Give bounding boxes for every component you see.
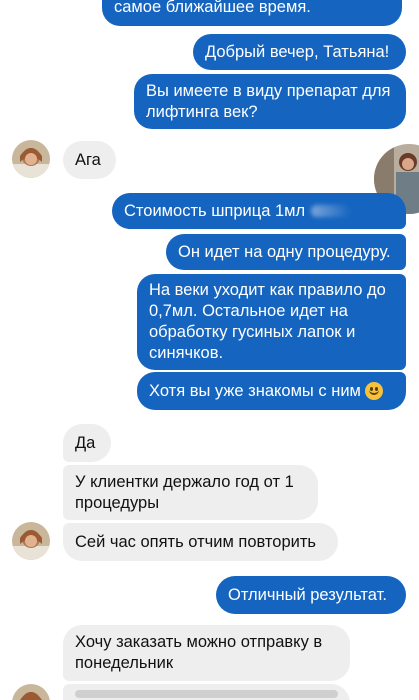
- message-outgoing[interactable]: Отличный результат.: [216, 576, 406, 614]
- contact-avatar-icon: [12, 140, 50, 178]
- message-incoming[interactable]: Хочу заказать можно отправку в понедельн…: [63, 625, 350, 681]
- blurred-text: [311, 205, 352, 217]
- message-text: Он идет на одну процедуру.: [178, 242, 391, 261]
- message-incoming[interactable]: У клиентки держало год от 1 процедуры: [63, 465, 318, 520]
- message-text: Стоимость шприца 1мл: [124, 201, 306, 220]
- message-text: Сей час опять отчим повторить: [75, 532, 317, 551]
- message-outgoing[interactable]: самое ближайшее время.: [102, 0, 402, 26]
- message-incoming[interactable]: Да: [63, 424, 111, 462]
- message-text: На веки уходит как правило до 0,7мл. Ост…: [149, 281, 386, 362]
- message-text: Да: [75, 433, 96, 452]
- message-outgoing[interactable]: Он идет на одну процедуру.: [166, 234, 406, 270]
- contact-avatar-icon: [12, 522, 50, 560]
- smiling-face-emoji-icon: [364, 382, 383, 400]
- contact-avatar-icon: [12, 684, 50, 700]
- message-outgoing[interactable]: Хотя вы уже знакомы с ним: [137, 372, 406, 410]
- message-text: Добрый вечер, Татьяна!: [205, 42, 390, 61]
- message-outgoing[interactable]: На веки уходит как правило до 0,7мл. Ост…: [137, 274, 406, 370]
- message-outgoing[interactable]: Стоимость шприца 1мл: [112, 193, 406, 229]
- message-outgoing[interactable]: Вы имеете в виду препарат для лифтинга в…: [134, 74, 406, 129]
- message-outgoing[interactable]: Добрый вечер, Татьяна!: [193, 34, 406, 70]
- message-text: Ага: [75, 150, 101, 169]
- message-incoming[interactable]: Сей час опять отчим повторить: [63, 523, 338, 561]
- message-text: самое ближайшее время.: [114, 0, 311, 16]
- message-text: Вы имеете в виду препарат для лифтинга в…: [146, 81, 391, 121]
- message-text: Отличный результат.: [228, 585, 387, 604]
- message-text: У клиентки держало год от 1 процедуры: [75, 472, 294, 512]
- message-text: Хотя вы уже знакомы с ним: [149, 381, 361, 400]
- message-incoming[interactable]: Ага: [63, 141, 116, 179]
- cropped-message-text: [75, 690, 338, 698]
- chat-thread[interactable]: самое ближайшее время. Добрый вечер, Тат…: [0, 0, 419, 700]
- message-text: Хочу заказать можно отправку в понедельн…: [75, 633, 323, 672]
- contact-avatar[interactable]: [12, 684, 50, 700]
- message-incoming[interactable]: [63, 684, 350, 700]
- contact-avatar[interactable]: [12, 140, 50, 178]
- contact-avatar[interactable]: [12, 522, 50, 560]
